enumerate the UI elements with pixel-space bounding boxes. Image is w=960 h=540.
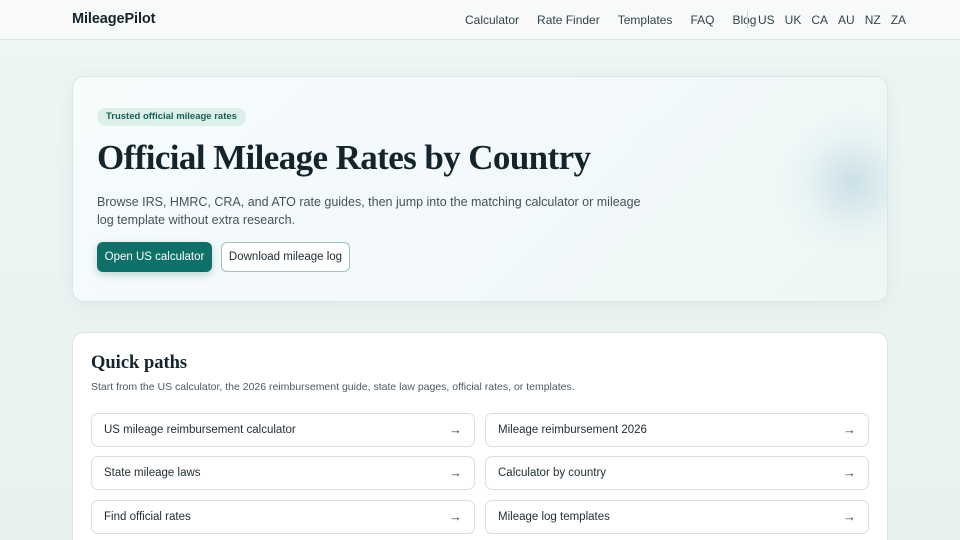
nav-link-templates[interactable]: Templates (618, 13, 673, 27)
open-us-calculator-button[interactable]: Open US calculator (97, 242, 212, 272)
country-link-za[interactable]: ZA (891, 13, 906, 27)
hero-section: Trusted official mileage rates Official … (72, 76, 888, 302)
brand-logo[interactable]: MileagePilot (72, 11, 156, 27)
arrow-right-icon: → (449, 509, 462, 524)
quick-link-label: Find official rates (104, 511, 191, 523)
trust-badge: Trusted official mileage rates (97, 108, 246, 126)
quick-link-official-rates[interactable]: Find official rates → (91, 500, 475, 534)
country-link-nz[interactable]: NZ (865, 13, 881, 27)
nav-link-calculator[interactable]: Calculator (465, 13, 519, 27)
download-mileage-log-button[interactable]: Download mileage log (221, 242, 350, 272)
arrow-right-icon: → (843, 422, 856, 437)
quick-link-label: Calculator by country (498, 467, 607, 479)
nav-link-faq[interactable]: FAQ (690, 13, 714, 27)
nav-link-blog[interactable]: Blog (732, 13, 756, 27)
hero-description: Browse IRS, HMRC, CRA, and ATO rate guid… (97, 195, 641, 227)
quick-link-reimbursement-2026[interactable]: Mileage reimbursement 2026 → (485, 413, 869, 447)
quick-link-label: Mileage log templates (498, 511, 610, 523)
arrow-right-icon: → (843, 465, 856, 480)
quick-link-label: Mileage reimbursement 2026 (498, 424, 647, 436)
quick-paths-section: Quick paths Start from the US calculator… (72, 332, 888, 540)
arrow-right-icon: → (449, 422, 462, 437)
page-title: Official Mileage Rates by Country (97, 138, 591, 177)
country-link-us[interactable]: US (758, 13, 775, 27)
quick-link-calculator-by-country[interactable]: Calculator by country → (485, 456, 869, 490)
quick-paths-title: Quick paths (91, 353, 188, 373)
nav-divider (747, 11, 748, 28)
quick-link-us-calculator[interactable]: US mileage reimbursement calculator → (91, 413, 475, 447)
country-link-uk[interactable]: UK (785, 13, 802, 27)
country-switcher: US UK CA AU NZ ZA (758, 13, 916, 27)
arrow-right-icon: → (449, 465, 462, 480)
quick-link-state-laws[interactable]: State mileage laws → (91, 456, 475, 490)
main-nav: Calculator Rate Finder Templates FAQ Blo… (465, 13, 774, 27)
quick-paths-description: Start from the US calculator, the 2026 r… (91, 381, 575, 393)
quick-link-label: US mileage reimbursement calculator (104, 424, 296, 436)
top-nav: MileagePilot Calculator Rate Finder Temp… (0, 0, 960, 40)
country-link-au[interactable]: AU (838, 13, 855, 27)
arrow-right-icon: → (843, 509, 856, 524)
hero-decorative-glow (777, 107, 887, 257)
quick-link-log-templates[interactable]: Mileage log templates → (485, 500, 869, 534)
country-link-ca[interactable]: CA (811, 13, 828, 27)
quick-link-label: State mileage laws (104, 467, 201, 479)
nav-link-rate-finder[interactable]: Rate Finder (537, 13, 600, 27)
